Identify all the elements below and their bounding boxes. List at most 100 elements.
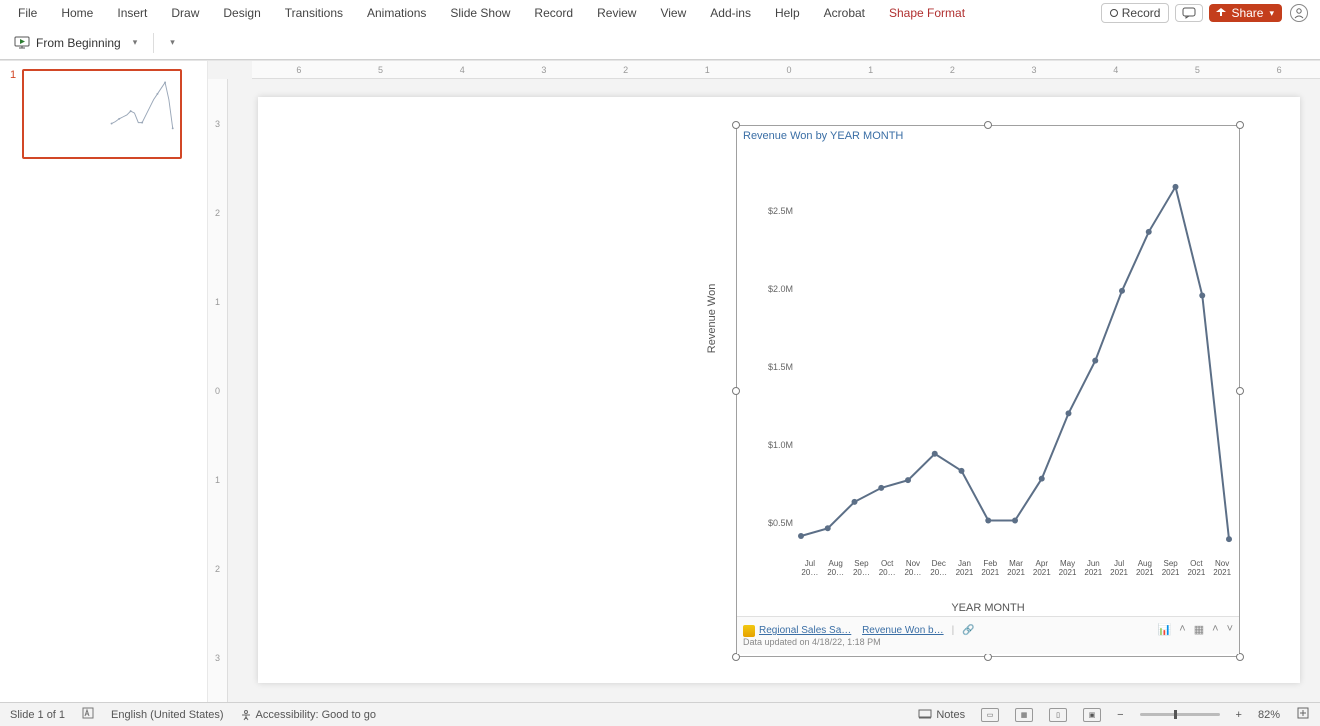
ruler-tick: 2	[912, 65, 994, 75]
ruler-tick: 3	[215, 653, 220, 663]
resize-handle[interactable]	[732, 121, 740, 129]
chart-type-icon[interactable]: 📊	[1158, 623, 1172, 636]
comments-button[interactable]	[1175, 4, 1203, 22]
x-tick: Jan2021	[952, 560, 978, 590]
line-chart-svg	[795, 156, 1235, 556]
menu-slide-show[interactable]: Slide Show	[438, 2, 522, 24]
user-avatar[interactable]	[1290, 4, 1308, 22]
menu-shape-format[interactable]: Shape Format	[877, 2, 977, 24]
x-tick: Nov2021	[1209, 560, 1235, 590]
menu-view[interactable]: View	[648, 2, 698, 24]
x-tick: Jul20…	[797, 560, 823, 590]
x-axis-title: YEAR MONTH	[737, 602, 1239, 614]
ruler-tick: 3	[215, 119, 220, 129]
menu-add-ins[interactable]: Add-ins	[698, 2, 763, 24]
resize-handle[interactable]	[984, 653, 992, 661]
ruler-tick: 5	[1157, 65, 1239, 75]
notes-label: Notes	[936, 709, 965, 721]
chart-object[interactable]: Revenue Won by YEAR MONTH Revenue Won $2…	[736, 125, 1240, 657]
menubar: File Home Insert Draw Design Transitions…	[0, 0, 1320, 26]
person-icon	[1293, 7, 1305, 19]
menu-review[interactable]: Review	[585, 2, 648, 24]
x-tick: Apr2021	[1029, 560, 1055, 590]
ruler-tick: 6	[1238, 65, 1320, 75]
notes-button[interactable]: Notes	[918, 709, 965, 721]
horizontal-ruler: 6 5 4 3 2 1 0 1 2 3 4 5 6	[252, 61, 1320, 79]
zoom-thumb[interactable]	[1174, 710, 1177, 719]
person-icon	[240, 709, 252, 721]
record-button[interactable]: Record	[1101, 3, 1170, 23]
menu-file[interactable]: File	[6, 2, 49, 24]
spellcheck-icon[interactable]	[81, 706, 95, 723]
slide-thumbnail-1[interactable]	[22, 69, 182, 159]
status-bar: Slide 1 of 1 English (United States) Acc…	[0, 702, 1320, 726]
ruler-tick: 1	[666, 65, 748, 75]
report-link[interactable]: Revenue Won b…	[862, 625, 944, 636]
zoom-in-button[interactable]: +	[1236, 709, 1242, 721]
accessibility-button[interactable]: Accessibility: Good to go	[240, 709, 376, 721]
ruler-tick: 1	[830, 65, 912, 75]
resize-handle[interactable]	[1236, 121, 1244, 129]
chevron-down-icon[interactable]: ˅	[1227, 623, 1233, 636]
ruler-tick: 2	[215, 564, 220, 574]
view-normal-button[interactable]: ▭	[981, 708, 999, 722]
ruler-tick: 4	[1075, 65, 1157, 75]
menu-acrobat[interactable]: Acrobat	[812, 2, 877, 24]
slide-canvas[interactable]: Revenue Won by YEAR MONTH Revenue Won $2…	[258, 97, 1300, 683]
dataset-link[interactable]: Regional Sales Sa…	[759, 625, 851, 636]
share-button[interactable]: Share ▾	[1209, 4, 1282, 22]
menu-help[interactable]: Help	[763, 2, 812, 24]
menu-home[interactable]: Home	[49, 2, 105, 24]
share-icon	[1215, 7, 1227, 19]
ruler-tick: 1	[215, 475, 220, 485]
x-tick: Feb2021	[977, 560, 1003, 590]
y-tick: $0.5M	[768, 518, 793, 528]
ruler-tick: 3	[503, 65, 585, 75]
link-icon: 🔗	[962, 625, 974, 636]
chevron-up-icon[interactable]: ˄	[1212, 623, 1218, 636]
menu-transitions[interactable]: Transitions	[273, 2, 355, 24]
x-tick: Nov20…	[900, 560, 926, 590]
view-reading-button[interactable]: ▯	[1049, 708, 1067, 722]
toolbar-overflow[interactable]: ▾	[170, 37, 175, 48]
x-tick: Jun2021	[1080, 560, 1106, 590]
ruler-tick: 4	[421, 65, 503, 75]
record-label: Record	[1122, 6, 1161, 20]
chevron-up-icon[interactable]: ˄	[1179, 623, 1185, 636]
menu-insert[interactable]: Insert	[105, 2, 159, 24]
chart-footer: Regional Sales Sa… Revenue Won b… | 🔗 Da…	[737, 616, 1239, 654]
resize-handle[interactable]	[984, 121, 992, 129]
view-slide-sorter-button[interactable]: ▦	[1015, 708, 1033, 722]
refresh-timestamp: Data updated on 4/18/22, 1:18 PM	[743, 637, 1233, 647]
filter-icon[interactable]: ▦	[1194, 623, 1204, 636]
chevron-down-icon: ▾	[1269, 8, 1274, 19]
resize-handle[interactable]	[1236, 653, 1244, 661]
menu-design[interactable]: Design	[211, 2, 272, 24]
resize-handle[interactable]	[732, 653, 740, 661]
y-axis-labels: $2.5M $2.0M $1.5M $1.0M $0.5M	[757, 156, 793, 546]
y-axis-title: Revenue Won	[706, 284, 718, 354]
accessibility-label: Accessibility: Good to go	[256, 709, 376, 721]
x-tick: Jul2021	[1106, 560, 1132, 590]
ruler-tick: 0	[215, 386, 220, 396]
chevron-down-icon: ▾	[133, 37, 138, 48]
comment-icon	[1182, 7, 1196, 19]
ruler-tick: 3	[993, 65, 1075, 75]
zoom-out-button[interactable]: −	[1117, 709, 1123, 721]
ruler-tick: 0	[748, 65, 830, 75]
menu-record[interactable]: Record	[522, 2, 585, 24]
menu-draw[interactable]: Draw	[159, 2, 211, 24]
zoom-level[interactable]: 82%	[1258, 709, 1280, 721]
y-tick: $1.0M	[768, 440, 793, 450]
menu-animations[interactable]: Animations	[355, 2, 438, 24]
x-tick: Oct20…	[874, 560, 900, 590]
view-slideshow-button[interactable]: ▣	[1083, 708, 1101, 722]
screen-play-icon	[14, 36, 30, 50]
from-beginning-button[interactable]: From Beginning ▾	[8, 32, 143, 54]
x-tick: Dec20…	[926, 560, 952, 590]
language[interactable]: English (United States)	[111, 709, 224, 721]
zoom-slider[interactable]	[1140, 713, 1220, 716]
fit-to-window-button[interactable]	[1296, 706, 1310, 723]
slide-thumbnails-pane: 1	[0, 61, 208, 702]
ruler-tick: 2	[215, 208, 220, 218]
